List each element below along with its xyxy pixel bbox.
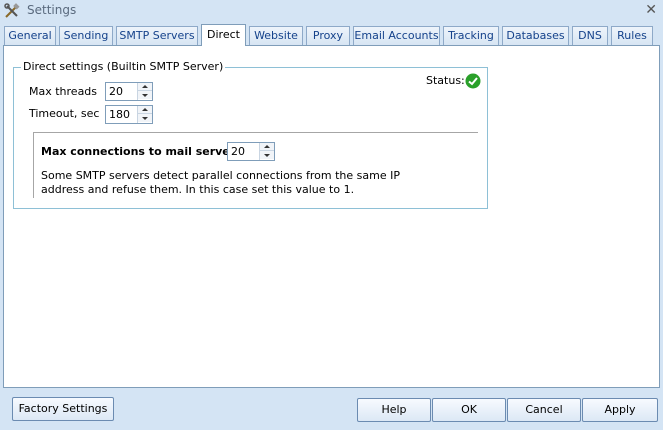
spin-up-button[interactable] xyxy=(138,83,152,91)
timeout-label: Timeout, sec xyxy=(29,107,100,120)
settings-tabs: General Sending SMTP Servers Direct Webs… xyxy=(0,24,663,46)
tab-sending[interactable]: Sending xyxy=(59,26,113,45)
max-connections-spinner[interactable]: 20 xyxy=(227,142,275,161)
ok-button[interactable]: OK xyxy=(432,398,506,422)
title-bar: Settings ✕ xyxy=(0,0,663,22)
tab-dns[interactable]: DNS xyxy=(572,26,608,45)
apply-button[interactable]: Apply xyxy=(582,398,658,422)
description-line: Some SMTP servers detect parallel connec… xyxy=(41,169,400,182)
max-connections-label: Max connections to mail server xyxy=(41,145,236,158)
check-circle-icon xyxy=(465,73,481,89)
status-label: Status: xyxy=(426,74,465,87)
max-connections-value[interactable]: 20 xyxy=(231,145,245,159)
spin-down-button[interactable] xyxy=(138,91,152,99)
spin-up-button[interactable] xyxy=(260,143,274,151)
max-threads-spinner[interactable]: 20 xyxy=(105,82,153,101)
tab-email-accounts[interactable]: Email Accounts xyxy=(353,26,440,45)
tools-icon xyxy=(4,3,20,18)
tab-smtp-servers[interactable]: SMTP Servers xyxy=(116,26,198,45)
timeout-value[interactable]: 180 xyxy=(109,108,130,122)
tab-website[interactable]: Website xyxy=(249,26,303,45)
spinner-buttons xyxy=(137,106,152,123)
close-icon[interactable]: ✕ xyxy=(645,2,657,18)
timeout-spinner[interactable]: 180 xyxy=(105,105,153,124)
divider xyxy=(33,132,478,133)
spin-down-button[interactable] xyxy=(260,151,274,159)
tab-tracking[interactable]: Tracking xyxy=(443,26,499,45)
window-title: Settings xyxy=(27,3,77,17)
group-title: Direct settings (Builtin SMTP Server) xyxy=(21,60,226,74)
spin-down-button[interactable] xyxy=(138,114,152,122)
spinner-buttons xyxy=(137,83,152,100)
spin-up-button[interactable] xyxy=(138,106,152,114)
max-connections-description: Some SMTP servers detect parallel connec… xyxy=(41,169,421,197)
help-button[interactable]: Help xyxy=(357,398,431,422)
tab-direct[interactable]: Direct xyxy=(201,24,246,46)
divider xyxy=(33,132,34,198)
factory-settings-button[interactable]: Factory Settings xyxy=(12,397,114,421)
tab-proxy[interactable]: Proxy xyxy=(306,26,350,45)
direct-settings-group: Direct settings (Builtin SMTP Server) St… xyxy=(13,60,488,209)
tab-content-direct: Direct settings (Builtin SMTP Server) St… xyxy=(3,45,660,388)
tab-general[interactable]: General xyxy=(4,26,56,45)
cancel-button[interactable]: Cancel xyxy=(507,398,581,422)
max-threads-value[interactable]: 20 xyxy=(109,85,123,99)
tab-databases[interactable]: Databases xyxy=(502,26,569,45)
description-line: address and refuse them. In this case se… xyxy=(41,183,355,196)
max-threads-label: Max threads xyxy=(29,85,98,98)
tab-rules[interactable]: Rules xyxy=(611,26,653,45)
spinner-buttons xyxy=(259,143,274,160)
